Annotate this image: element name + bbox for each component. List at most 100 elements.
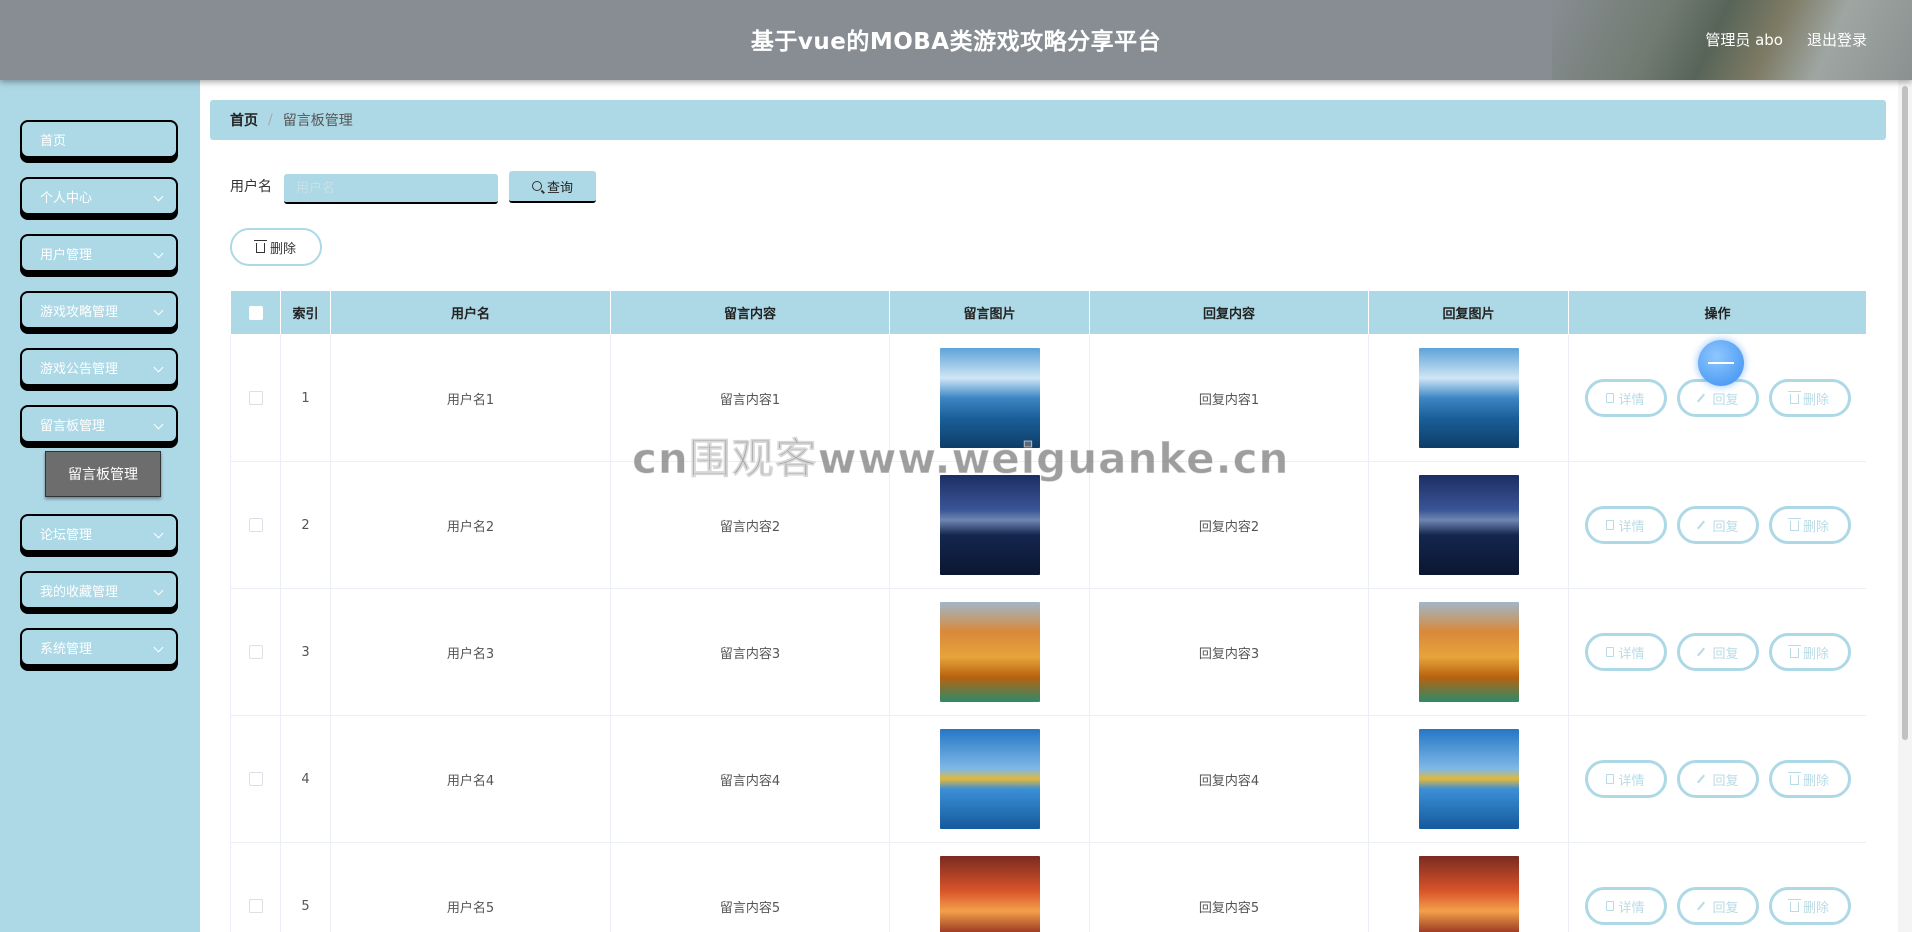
- document-icon: [1606, 520, 1615, 530]
- sidebar-item-label: 首页: [40, 133, 67, 149]
- delete-button[interactable]: 删除: [1768, 379, 1851, 417]
- select-all-cell: [230, 290, 281, 335]
- edit-icon: [1697, 901, 1706, 911]
- cell-index: 2: [280, 461, 331, 589]
- row-checkbox[interactable]: [248, 391, 263, 405]
- cell-actions: 详情 回复 删除: [1568, 715, 1866, 843]
- sidebar-item-favorites[interactable]: 我的收藏管理: [20, 571, 178, 609]
- detail-button[interactable]: 详情: [1584, 506, 1667, 544]
- detail-button[interactable]: 详情: [1584, 379, 1667, 417]
- edit-icon: [1697, 520, 1706, 530]
- column-header: 操作: [1568, 290, 1866, 335]
- sidebar-item-label: 个人中心: [40, 190, 93, 206]
- reply-button[interactable]: 回复: [1676, 506, 1759, 544]
- current-user[interactable]: 管理员 abo: [1705, 29, 1783, 50]
- sidebar-item-label: 我的收藏管理: [40, 584, 119, 600]
- chevron-down-icon: [153, 585, 164, 596]
- cell-reply-image: [1368, 715, 1569, 843]
- message-image[interactable]: [939, 475, 1040, 575]
- sidebar-item-label: 系统管理: [40, 641, 93, 657]
- submenu-messageboard-active[interactable]: 留言板管理: [45, 451, 161, 497]
- cell-username: 用户名1: [330, 334, 611, 462]
- row-select-cell: [230, 588, 281, 716]
- cell-content: 留言内容3: [610, 588, 890, 716]
- trash-icon: [253, 240, 267, 253]
- column-header: 留言图片: [889, 290, 1090, 335]
- sidebar-item-home[interactable]: 首页: [20, 120, 178, 158]
- cell-username: 用户名2: [330, 461, 611, 589]
- cell-reply-image: [1368, 461, 1569, 589]
- cell-reply: 回复内容3: [1089, 588, 1369, 716]
- chevron-down-icon: [153, 191, 164, 202]
- reply-image[interactable]: [1418, 729, 1519, 829]
- delete-label: 删除: [1802, 392, 1829, 408]
- breadcrumb-current: 留言板管理: [282, 113, 353, 129]
- username-search-input[interactable]: [284, 174, 498, 204]
- sidebar-item-guides[interactable]: 游戏攻略管理: [20, 291, 178, 329]
- breadcrumb-home[interactable]: 首页: [230, 110, 258, 130]
- cell-actions: 详情 回复 删除: [1568, 588, 1866, 716]
- reply-label: 回复: [1712, 646, 1739, 662]
- reply-button[interactable]: 回复: [1676, 760, 1759, 798]
- sidebar-item-label: 用户管理: [40, 247, 93, 263]
- sidebar-item-profile[interactable]: 个人中心: [20, 177, 178, 215]
- reply-button[interactable]: 回复: [1676, 887, 1759, 925]
- scrollbar-thumb[interactable]: [1902, 86, 1908, 740]
- floating-assistant-bubble[interactable]: [1698, 340, 1744, 386]
- cell-reply-image: [1368, 334, 1569, 462]
- sidebar-item-label: 游戏公告管理: [40, 361, 119, 377]
- sidebar-item-label: 游戏攻略管理: [40, 304, 119, 320]
- batch-delete-button[interactable]: 删除: [230, 228, 322, 266]
- cell-reply-image: [1368, 842, 1569, 932]
- message-image[interactable]: [939, 729, 1040, 829]
- delete-button[interactable]: 删除: [1768, 887, 1851, 925]
- cell-username: 用户名4: [330, 715, 611, 843]
- cell-image: [889, 588, 1090, 716]
- trash-icon: [1787, 899, 1801, 912]
- message-image[interactable]: [939, 856, 1040, 932]
- reply-image[interactable]: [1418, 348, 1519, 448]
- logout-link[interactable]: 退出登录: [1807, 29, 1867, 50]
- table-row: 5 用户名5 留言内容5 回复内容5 详情 回复 删除: [230, 842, 1866, 932]
- detail-button[interactable]: 详情: [1584, 887, 1667, 925]
- message-image[interactable]: [939, 348, 1040, 448]
- reply-image[interactable]: [1418, 475, 1519, 575]
- cell-reply-image: [1368, 588, 1569, 716]
- cell-reply: 回复内容2: [1089, 461, 1369, 589]
- trash-icon: [1787, 645, 1801, 658]
- cell-image: [889, 715, 1090, 843]
- sidebar-item-messageboard[interactable]: 留言板管理: [20, 405, 178, 443]
- detail-button[interactable]: 详情: [1584, 760, 1667, 798]
- detail-button[interactable]: 详情: [1584, 633, 1667, 671]
- sidebar-item-system[interactable]: 系统管理: [20, 628, 178, 666]
- message-table: 索引 用户名 留言内容 留言图片 回复内容 回复图片 操作 1 用户名1 留言内容1…: [230, 290, 1866, 932]
- sidebar-item-announcements[interactable]: 游戏公告管理: [20, 348, 178, 386]
- trash-icon: [1787, 391, 1801, 404]
- message-image[interactable]: [939, 602, 1040, 702]
- cell-actions: 详情 回复 删除: [1568, 842, 1866, 932]
- breadcrumb: 首页 / 留言板管理: [210, 100, 1886, 140]
- sidebar-item-forum[interactable]: 论坛管理: [20, 514, 178, 552]
- sidebar-item-users[interactable]: 用户管理: [20, 234, 178, 272]
- select-all-checkbox[interactable]: [248, 305, 263, 320]
- row-checkbox[interactable]: [248, 645, 263, 659]
- cell-content: 留言内容5: [610, 842, 890, 932]
- column-header: 用户名: [330, 290, 611, 335]
- page-scrollbar[interactable]: [1898, 80, 1912, 932]
- reply-image[interactable]: [1418, 602, 1519, 702]
- row-checkbox[interactable]: [248, 899, 263, 913]
- document-icon: [1606, 393, 1615, 403]
- cell-content: 留言内容4: [610, 715, 890, 843]
- delete-button[interactable]: 删除: [1768, 633, 1851, 671]
- sidebar-item-label: 论坛管理: [40, 527, 93, 543]
- cell-image: [889, 842, 1090, 932]
- delete-button[interactable]: 删除: [1768, 506, 1851, 544]
- row-checkbox[interactable]: [248, 518, 263, 532]
- delete-label: 删除: [1802, 900, 1829, 916]
- reply-button[interactable]: 回复: [1676, 633, 1759, 671]
- row-checkbox[interactable]: [248, 772, 263, 786]
- search-button[interactable]: 查询: [509, 171, 596, 203]
- reply-image[interactable]: [1418, 856, 1519, 932]
- delete-button[interactable]: 删除: [1768, 760, 1851, 798]
- row-select-cell: [230, 842, 281, 932]
